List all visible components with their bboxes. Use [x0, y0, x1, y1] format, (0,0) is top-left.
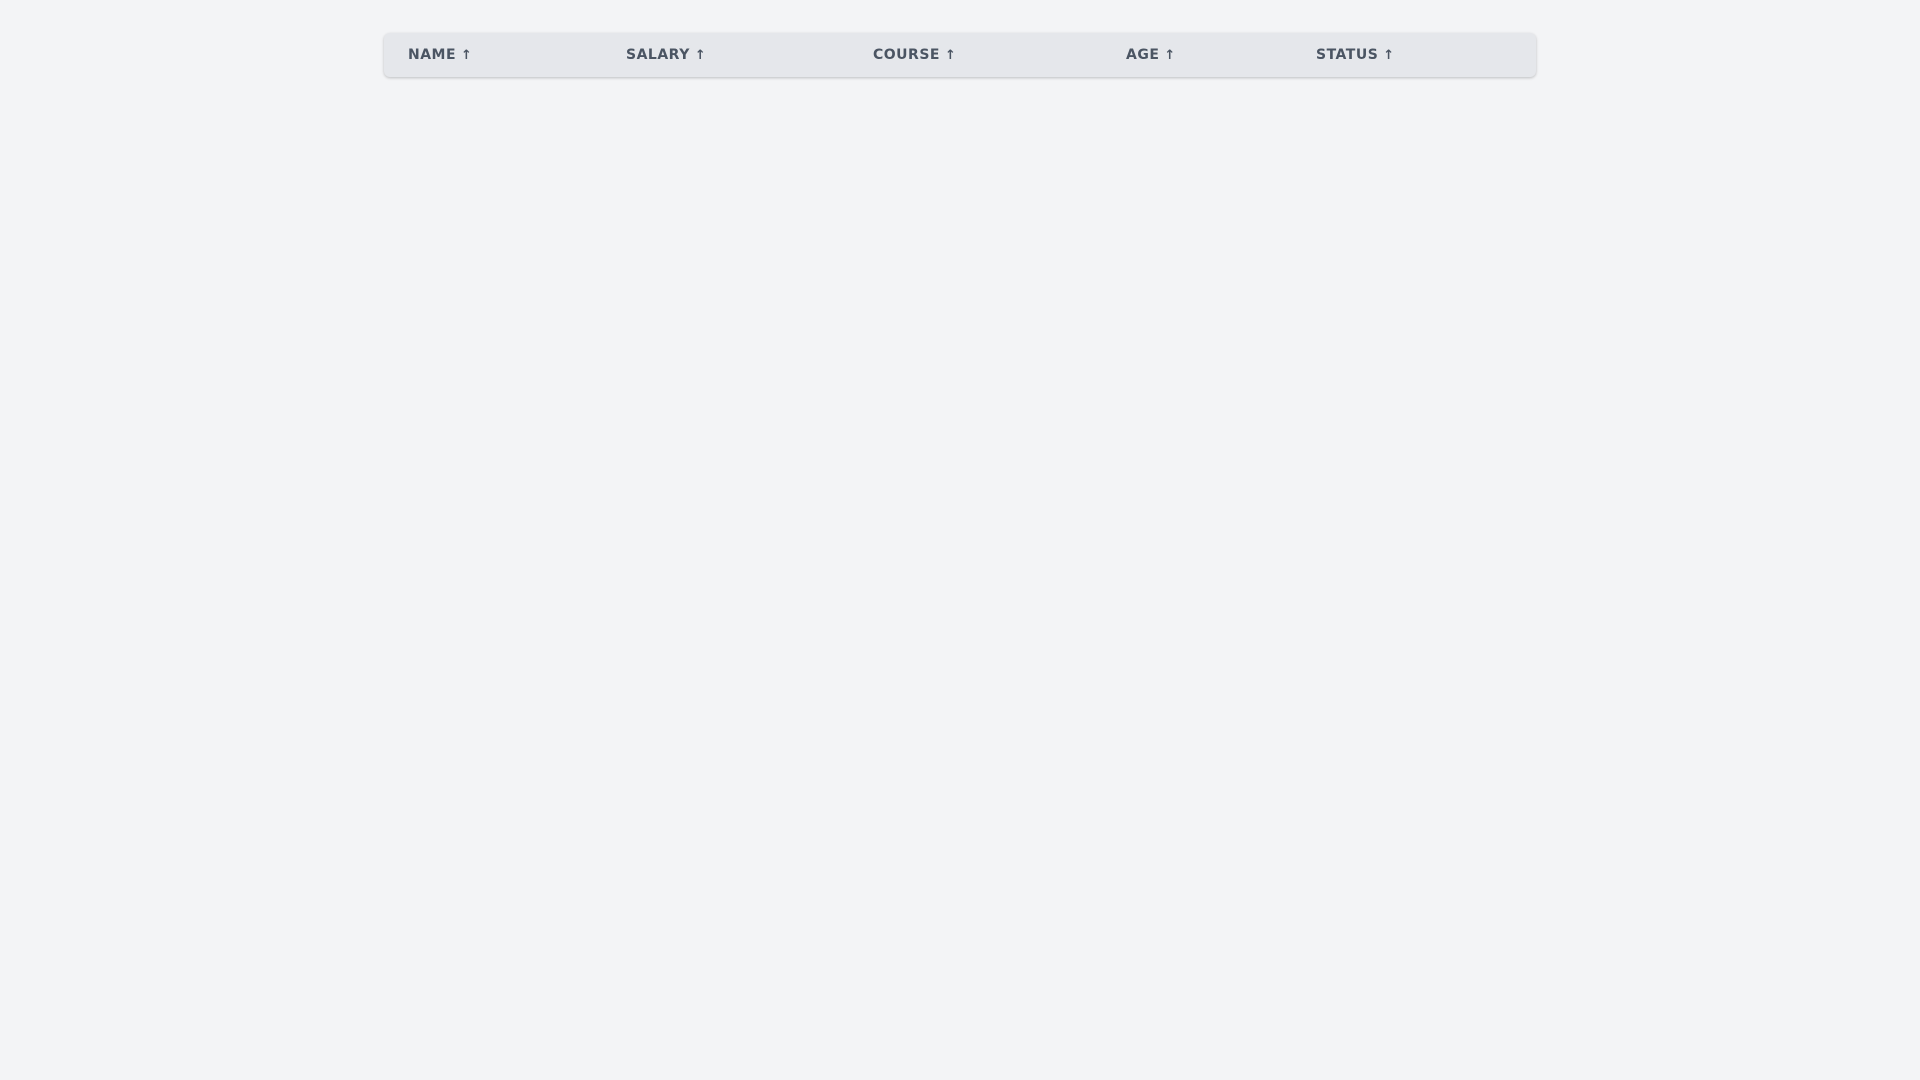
sort-ascending-icon: ↑ [694, 48, 707, 63]
column-header-label: SALARY [626, 47, 690, 63]
sort-ascending-icon: ↑ [944, 48, 957, 63]
sort-ascending-icon: ↑ [461, 48, 473, 63]
column-header-course[interactable]: COURSE ↑ [873, 33, 956, 77]
column-header-label: NAME [408, 47, 457, 63]
column-header-label: STATUS [1316, 47, 1379, 63]
sort-ascending-icon: ↑ [1164, 48, 1176, 63]
data-table: NAME ↑ SALARY ↑ COURSE ↑ AGE ↑ STATUS ↑ [384, 33, 1536, 77]
column-header-label: AGE [1126, 47, 1160, 63]
column-header-status[interactable]: STATUS ↑ [1316, 33, 1395, 77]
column-header-salary[interactable]: SALARY ↑ [626, 33, 706, 77]
column-header-name[interactable]: NAME ↑ [408, 33, 472, 77]
column-header-age[interactable]: AGE ↑ [1126, 33, 1176, 77]
column-header-label: COURSE [873, 47, 940, 63]
sort-ascending-icon: ↑ [1383, 48, 1395, 63]
table-header-row: NAME ↑ SALARY ↑ COURSE ↑ AGE ↑ STATUS ↑ [384, 33, 1536, 77]
